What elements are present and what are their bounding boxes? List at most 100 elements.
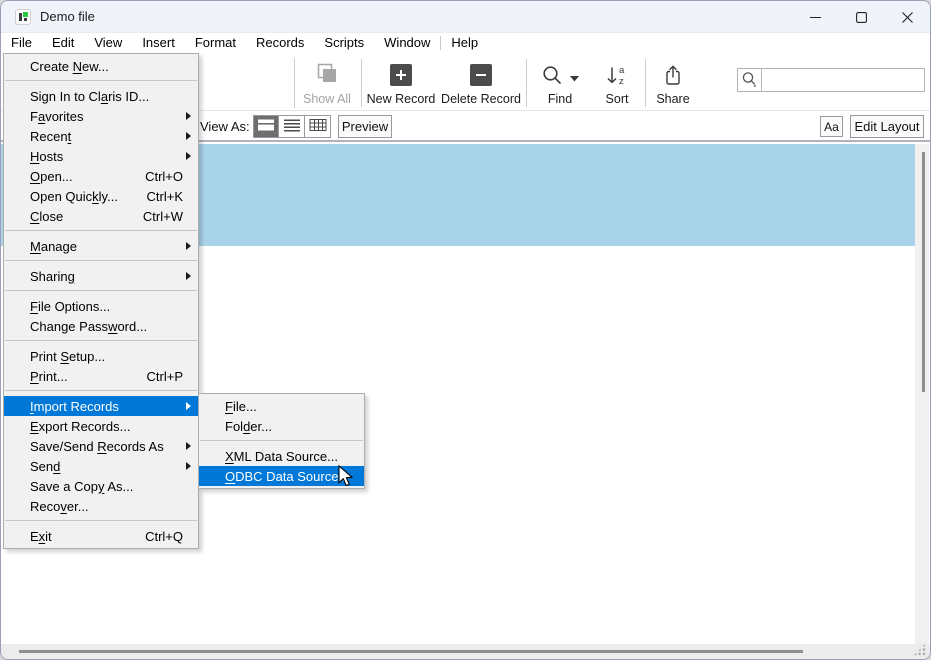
submenu-arrow-icon xyxy=(186,402,191,410)
search-icon xyxy=(741,71,759,88)
quick-find xyxy=(737,68,925,92)
menu-item-xml-data-source[interactable]: XML Data Source... xyxy=(199,446,364,466)
menu-separator xyxy=(4,256,198,266)
plus-square-icon xyxy=(390,58,412,92)
table-view-button[interactable] xyxy=(305,115,331,138)
app-window: Demo file FileEditViewInsertFormatRecord… xyxy=(0,0,931,660)
svg-text:z: z xyxy=(619,76,624,87)
submenu-arrow-icon xyxy=(186,462,191,470)
menu-item-file-options[interactable]: File Options... xyxy=(4,296,198,316)
minus-square-icon xyxy=(470,58,492,92)
shortcut-label: Ctrl+P xyxy=(147,369,183,384)
menu-item-recent[interactable]: Recent xyxy=(4,126,198,146)
menu-item-send[interactable]: Send xyxy=(4,456,198,476)
edit-layout-button[interactable]: Edit Layout xyxy=(850,115,924,138)
menubar-item-edit[interactable]: Edit xyxy=(42,33,84,53)
share-button[interactable]: Share xyxy=(648,58,698,108)
menu-item-save-a-copy-as[interactable]: Save a Copy As... xyxy=(4,476,198,496)
menu-item-sign-in-to-claris-id[interactable]: Sign In to Claris ID... xyxy=(4,86,198,106)
window-controls xyxy=(792,1,930,33)
view-as-label: View As: xyxy=(200,119,250,134)
menu-item-favorites[interactable]: Favorites xyxy=(4,106,198,126)
toolbar-button-label: Show All xyxy=(303,92,351,107)
horizontal-scrollbar[interactable] xyxy=(1,644,930,659)
table-view-icon xyxy=(309,118,327,135)
maximize-icon xyxy=(856,12,867,23)
menu-separator xyxy=(4,386,198,396)
close-button[interactable] xyxy=(884,1,930,33)
menu-separator xyxy=(4,336,198,346)
menu-separator xyxy=(4,516,198,526)
menubar-item-records[interactable]: Records xyxy=(246,33,314,53)
shortcut-label: Ctrl+K xyxy=(147,189,183,204)
window-title: Demo file xyxy=(40,9,95,24)
toolbar-buttons: Show All New Record Delete Record Find azSor… xyxy=(294,58,698,108)
menu-item-folder[interactable]: Folder... xyxy=(199,416,364,436)
menu-item-recover[interactable]: Recover... xyxy=(4,496,198,516)
menubar-item-file[interactable]: File xyxy=(1,33,42,53)
menu-item-create-new[interactable]: Create New... xyxy=(4,56,198,76)
menubar-item-insert[interactable]: Insert xyxy=(132,33,185,53)
menu-item-open[interactable]: Open...Ctrl+O xyxy=(4,166,198,186)
menu-item-change-password[interactable]: Change Password... xyxy=(4,316,198,336)
maximize-button[interactable] xyxy=(838,1,884,33)
menu-item-save-send-records-as[interactable]: Save/Send Records As xyxy=(4,436,198,456)
toolbar-button-label: Find xyxy=(548,92,572,107)
submenu-arrow-icon xyxy=(186,442,191,450)
menu-separator xyxy=(199,436,364,446)
submenu-arrow-icon xyxy=(186,112,191,120)
toolbar-separator xyxy=(526,59,527,107)
menu-separator xyxy=(4,226,198,236)
quick-find-menu-button[interactable] xyxy=(737,68,761,92)
menu-item-open-quickly[interactable]: Open Quickly...Ctrl+K xyxy=(4,186,198,206)
toolbar-button-label: Share xyxy=(656,92,689,107)
menu-item-hosts[interactable]: Hosts xyxy=(4,146,198,166)
vertical-scrollbar-thumb[interactable] xyxy=(922,152,925,392)
filemaker-app-icon xyxy=(15,9,31,25)
quick-find-input[interactable] xyxy=(761,68,925,92)
new-record-button[interactable]: New Record xyxy=(364,58,438,108)
menubar-item-scripts[interactable]: Scripts xyxy=(314,33,374,53)
sort-az-icon: az xyxy=(605,58,630,92)
find-button[interactable]: Find xyxy=(529,58,591,108)
menu-item-manage[interactable]: Manage xyxy=(4,236,198,256)
menubar-item-help[interactable]: Help xyxy=(441,33,488,53)
vertical-scrollbar[interactable] xyxy=(915,144,929,644)
horizontal-scrollbar-thumb[interactable] xyxy=(19,650,803,653)
resize-grip[interactable] xyxy=(913,643,926,656)
toolbar-button-label: New Record xyxy=(367,92,436,107)
submenu-arrow-icon xyxy=(186,132,191,140)
toolbar-button-label: Delete Record xyxy=(441,92,521,107)
delete-record-button[interactable]: Delete Record xyxy=(438,58,524,108)
menubar-item-window[interactable]: Window xyxy=(374,33,440,53)
shortcut-label: Ctrl+W xyxy=(143,209,183,224)
submenu-arrow-icon xyxy=(186,272,191,280)
menu-separator xyxy=(4,286,198,296)
menu-item-import-records[interactable]: Import Records xyxy=(4,396,198,416)
file-menu: Create New... Sign In to Claris ID...Favo… xyxy=(3,53,199,549)
toolbar-separator xyxy=(645,59,646,107)
formatting-bar-toggle-button[interactable]: Aa xyxy=(820,116,843,137)
menu-item-exit[interactable]: ExitCtrl+Q xyxy=(4,526,198,546)
preview-button[interactable]: Preview xyxy=(338,115,392,138)
menu-separator xyxy=(4,76,198,86)
submenu-arrow-icon xyxy=(186,152,191,160)
menu-item-file[interactable]: File... xyxy=(199,396,364,416)
menubar-item-view[interactable]: View xyxy=(84,33,132,53)
toolbar-separator xyxy=(361,59,362,107)
sort-button[interactable]: azSort xyxy=(591,58,643,108)
menu-item-close[interactable]: CloseCtrl+W xyxy=(4,206,198,226)
show-all-button[interactable]: Show All xyxy=(295,58,359,108)
menubar-item-format[interactable]: Format xyxy=(185,33,246,53)
form-view-button[interactable] xyxy=(253,115,279,138)
chevron-down-icon xyxy=(570,76,579,82)
minimize-button[interactable] xyxy=(792,1,838,33)
list-view-button[interactable] xyxy=(279,115,305,138)
menu-item-sharing[interactable]: Sharing xyxy=(4,266,198,286)
close-icon xyxy=(902,12,913,23)
menubar: FileEditViewInsertFormatRecordsScriptsWi… xyxy=(1,33,930,53)
menu-item-print-setup[interactable]: Print Setup... xyxy=(4,346,198,366)
shortcut-label: Ctrl+O xyxy=(145,169,183,184)
menu-item-export-records[interactable]: Export Records... xyxy=(4,416,198,436)
menu-item-print[interactable]: Print...Ctrl+P xyxy=(4,366,198,386)
